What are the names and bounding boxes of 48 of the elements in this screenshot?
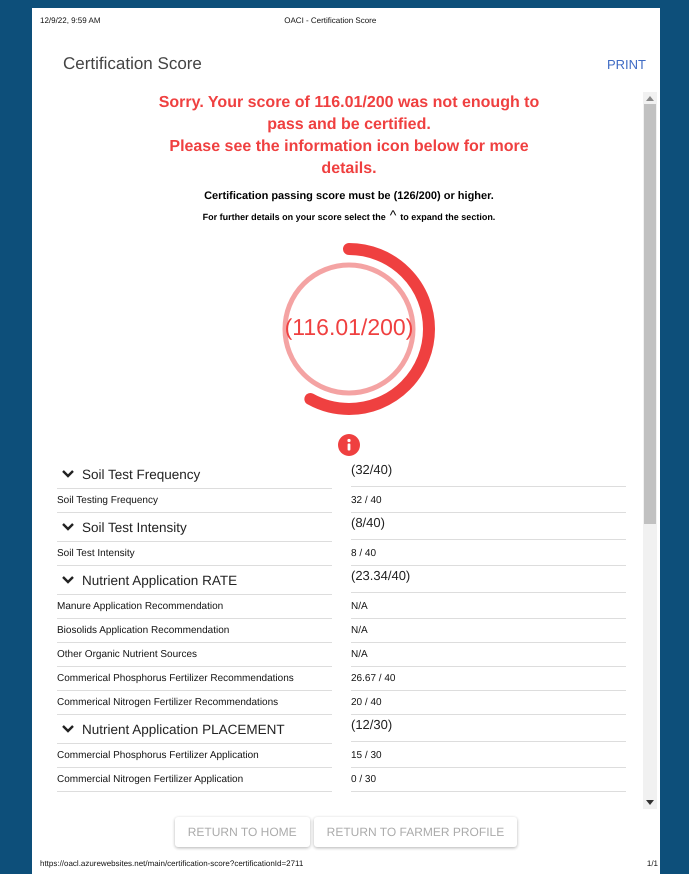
section-header[interactable]: Soil Test Intensity — [57, 513, 332, 542]
scroll-up-icon[interactable] — [646, 95, 654, 101]
criterion-score: 15 / 30 — [351, 744, 626, 768]
criterion-score: 32 / 40 — [351, 489, 626, 513]
hint-text: For further details on your score select the — [202, 212, 386, 222]
hint-text: to expand the section. — [400, 212, 496, 222]
criterion-label: Other Organic Nutrient Sources — [57, 643, 332, 667]
criterion-label: Soil Test Intensity — [57, 542, 332, 566]
criterion-score: N/A — [351, 643, 626, 667]
criterion-score: 26.67 / 40 — [351, 667, 626, 691]
section-score: (12/30) — [351, 715, 626, 742]
requirement-text: Certification passing score must be (126/200) or higher. — [203, 190, 495, 202]
criterion-score: N/A — [351, 595, 626, 619]
caret-icon: ^ — [390, 210, 396, 220]
chevron-down-icon — [61, 522, 75, 532]
criterion-label: Commercial Nitrogen Fertilizer Application — [57, 768, 332, 792]
section-score: (32/40) — [351, 460, 626, 487]
section-header[interactable]: Soil Test Frequency — [57, 460, 332, 489]
scrollbar-thumb[interactable] — [644, 104, 656, 524]
print-date: 12/9/22, 9:59 AM — [40, 16, 100, 27]
page-url: https://oacl.azurewebsites.net/main/certification-score?certificationId=2711 — [40, 859, 304, 868]
criterion-label: Biosolids Application Recommendation — [57, 619, 332, 643]
criterion-score: 8 / 40 — [351, 542, 626, 566]
print-link[interactable]: PRINT — [607, 56, 646, 72]
criterion-score: 20 / 40 — [351, 691, 626, 715]
criterion-score: N/A — [351, 619, 626, 643]
document-title: OACI - Certification Score — [284, 16, 376, 27]
error-message: Sorry. Your score of 116.01/200 was not enough to pass and be certified. — [158, 93, 540, 135]
scroll-down-icon[interactable] — [646, 800, 654, 806]
criterion-label: Commercial Phosphorus Fertilizer Application — [57, 744, 332, 768]
section-header[interactable]: Nutrient Application RATE — [57, 566, 332, 595]
scrollbar[interactable] — [643, 92, 657, 809]
chevron-down-icon — [61, 469, 75, 479]
section-score: (8/40) — [351, 513, 626, 540]
criterion-label: Soil Testing Frequency — [57, 489, 332, 513]
error-message: Please see the information icon below for more details. — [168, 137, 530, 179]
section-header[interactable]: Nutrient Application PLACEMENT — [57, 715, 332, 744]
criterion-score: 0 / 30 — [351, 768, 626, 792]
page-number: 1/1 — [646, 859, 658, 868]
chevron-down-icon — [61, 575, 75, 585]
criterion-label: Manure Application Recommendation — [57, 595, 332, 619]
criterion-label: Commerical Nitrogen Fertilizer Recommendations — [57, 691, 332, 715]
section-score: (23.34/40) — [351, 566, 626, 593]
chevron-down-icon — [61, 724, 75, 734]
criterion-label: Commerical Phosphorus Fertilizer Recommendations — [57, 667, 332, 691]
score-value: (116.01/200) — [284, 314, 414, 341]
info-icon[interactable] — [338, 434, 360, 456]
page-title: Certification Score — [63, 54, 202, 74]
